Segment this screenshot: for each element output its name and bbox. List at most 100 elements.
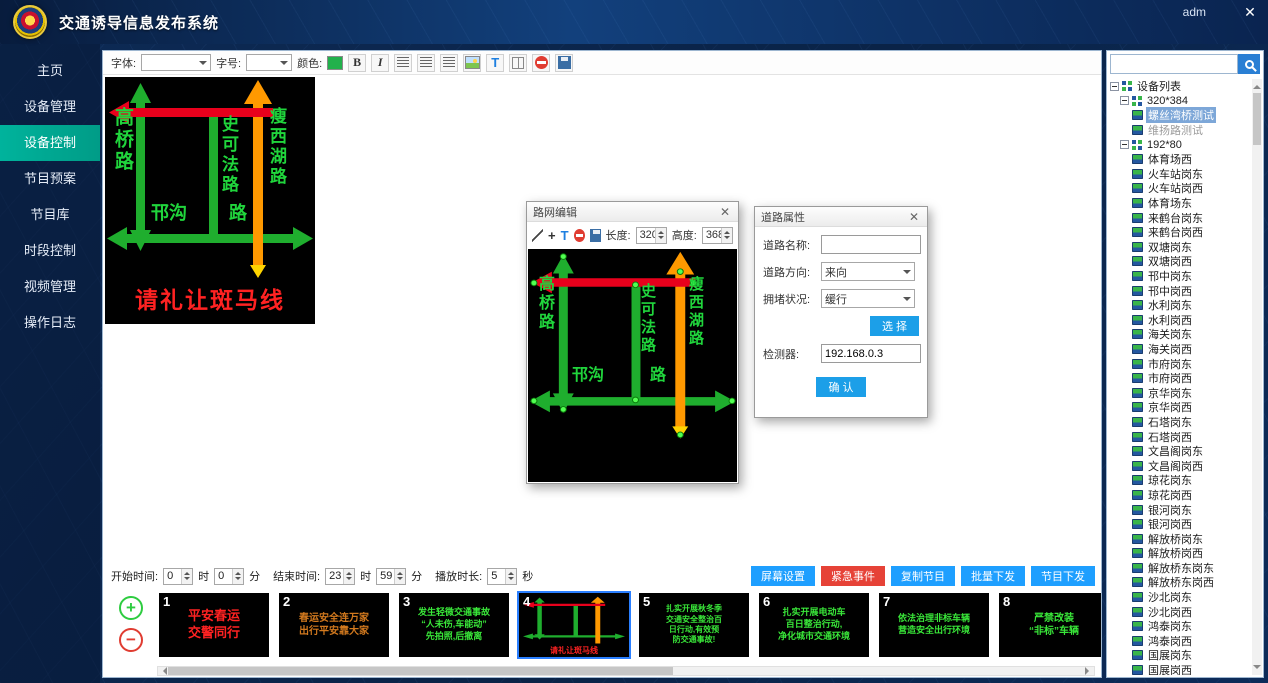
tree-scrollbar[interactable] xyxy=(1252,79,1262,675)
editor-canvas[interactable]: 高桥路 史可法路 瘦西湖路 邗沟 路 xyxy=(528,249,737,482)
logged-in-user[interactable]: adm xyxy=(1183,5,1206,19)
action-button[interactable]: 复制节目 xyxy=(891,566,955,586)
tree-root[interactable]: 设备列表 xyxy=(1110,79,1250,94)
layout-button[interactable] xyxy=(509,54,527,72)
spin-up-arrow[interactable] xyxy=(346,569,352,575)
dialog-titlebar[interactable]: 道路属性 ✕ xyxy=(755,207,927,227)
program-thumb[interactable]: 7 依法治理非标车辆 营造安全出行环境 xyxy=(879,593,989,657)
tree-row[interactable]: 来鹤台岗西 xyxy=(1110,225,1250,240)
text-tool-button[interactable]: T xyxy=(486,54,504,72)
spin-up-arrow[interactable] xyxy=(508,569,514,575)
color-swatch[interactable] xyxy=(327,56,343,70)
tree-row[interactable]: 文昌阁岗东 xyxy=(1110,444,1250,459)
italic-button[interactable]: I xyxy=(371,54,389,72)
spin-up-arrow[interactable] xyxy=(235,569,241,575)
tree-row[interactable]: 火车站岗西 xyxy=(1110,181,1250,196)
end-hour-spinner[interactable]: 23 xyxy=(325,568,355,585)
tree-row[interactable]: 水利岗西 xyxy=(1110,313,1250,328)
line-tool-icon[interactable] xyxy=(532,229,543,242)
program-scrollbar[interactable] xyxy=(157,666,1095,676)
align-right-button[interactable] xyxy=(440,54,458,72)
sidebar-item[interactable]: 时段控制 xyxy=(0,233,100,269)
tree-row[interactable]: 解放桥岗西 xyxy=(1110,546,1250,561)
tree-row[interactable]: 鸿泰岗东 xyxy=(1110,619,1250,634)
program-thumb[interactable]: 3 发生轻微交通事故 “人未伤,车能动” 先拍照,后撤离 xyxy=(399,593,509,657)
congestion-select[interactable]: 缓行 xyxy=(821,289,915,308)
tree-row[interactable]: 螺丝湾桥测试 xyxy=(1110,108,1250,123)
duration-spinner[interactable]: 5 xyxy=(487,568,517,585)
search-button[interactable] xyxy=(1238,54,1260,74)
tree-row[interactable]: 国展岗西 xyxy=(1110,663,1250,675)
add-program-button[interactable]: + xyxy=(119,596,143,620)
confirm-button[interactable]: 确 认 xyxy=(816,377,865,397)
text-tool-icon[interactable]: T xyxy=(561,228,569,243)
sign-preview[interactable]: 高桥路 史可法路 瘦西湖路 邗沟 路 请礼让斑马线 xyxy=(105,77,315,324)
start-minute-spinner[interactable]: 0 xyxy=(214,568,244,585)
spin-down-arrow[interactable] xyxy=(508,577,514,583)
delete-button[interactable] xyxy=(532,54,550,72)
save-icon[interactable] xyxy=(590,229,601,242)
sidebar-item[interactable]: 设备控制 xyxy=(0,125,100,161)
tree-row[interactable]: 海关岗东 xyxy=(1110,327,1250,342)
action-button[interactable]: 紧急事件 xyxy=(821,566,885,586)
tree-row[interactable]: 解放桥岗东 xyxy=(1110,531,1250,546)
tree-row[interactable]: 邗中岗东 xyxy=(1110,269,1250,284)
spin-up-arrow[interactable] xyxy=(658,228,664,234)
spin-down-arrow[interactable] xyxy=(724,236,730,242)
bold-button[interactable]: B xyxy=(348,54,366,72)
road-name-input[interactable] xyxy=(821,235,921,254)
delete-program-button[interactable]: − xyxy=(119,628,143,652)
tree-row[interactable]: 体育场西 xyxy=(1110,152,1250,167)
select-detector-button[interactable]: 选 择 xyxy=(870,316,919,336)
start-hour-spinner[interactable]: 0 xyxy=(163,568,193,585)
device-search-input[interactable] xyxy=(1110,54,1238,74)
delete-icon[interactable] xyxy=(574,229,585,242)
tree-row[interactable]: 解放桥东岗西 xyxy=(1110,575,1250,590)
collapse-icon[interactable] xyxy=(1120,96,1129,105)
tree-row[interactable]: 国展岗东 xyxy=(1110,648,1250,663)
program-thumb[interactable]: 4 请礼让斑马线 xyxy=(519,593,629,657)
tree-row[interactable]: 320*384 xyxy=(1110,94,1250,109)
scroll-left-arrow[interactable] xyxy=(159,667,167,675)
scroll-right-arrow[interactable] xyxy=(1085,667,1093,675)
tree-row[interactable]: 沙北岗东 xyxy=(1110,590,1250,605)
sidebar-item[interactable]: 主页 xyxy=(0,53,100,89)
road-direction-select[interactable]: 来向 xyxy=(821,262,915,281)
height-spinner[interactable]: 368 xyxy=(702,227,733,244)
tree-row[interactable]: 琼花岗东 xyxy=(1110,473,1250,488)
sidebar-item[interactable]: 节目库 xyxy=(0,197,100,233)
tree-row[interactable]: 192*80 xyxy=(1110,137,1250,152)
insert-image-button[interactable] xyxy=(463,54,481,72)
tree-row[interactable]: 石塔岗东 xyxy=(1110,415,1250,430)
tree-row[interactable]: 海关岗西 xyxy=(1110,342,1250,357)
spin-up-arrow[interactable] xyxy=(184,569,190,575)
tree-row[interactable]: 银河岗西 xyxy=(1110,517,1250,532)
scroll-up-arrow[interactable] xyxy=(1253,81,1261,89)
close-icon[interactable]: ✕ xyxy=(1240,3,1260,21)
spinner-arrows[interactable] xyxy=(721,228,732,243)
add-node-icon[interactable]: + xyxy=(548,228,556,243)
font-select[interactable] xyxy=(141,54,211,71)
tree-row[interactable]: 石塔岗西 xyxy=(1110,429,1250,444)
scroll-down-arrow[interactable] xyxy=(1253,665,1261,673)
spinner-arrows[interactable] xyxy=(343,569,354,584)
tree-row[interactable]: 京华岗西 xyxy=(1110,400,1250,415)
sidebar-item[interactable]: 节目预案 xyxy=(0,161,100,197)
program-thumb[interactable]: 1 平安春运 交警同行 请礼让 xyxy=(159,593,269,657)
scrollbar-thumb[interactable] xyxy=(1253,93,1261,145)
sidebar-item[interactable]: 设备管理 xyxy=(0,89,100,125)
spin-up-arrow[interactable] xyxy=(397,569,403,575)
close-icon[interactable]: ✕ xyxy=(718,205,732,219)
tree-row[interactable]: 文昌阁岗西 xyxy=(1110,458,1250,473)
spinner-arrows[interactable] xyxy=(655,228,666,243)
program-thumb[interactable]: 8 严禁改装 “非标”车辆 请 xyxy=(999,593,1101,657)
tree-row[interactable]: 火车站岗东 xyxy=(1110,167,1250,182)
close-icon[interactable]: ✕ xyxy=(907,210,921,224)
tree-row[interactable]: 双塘岗西 xyxy=(1110,254,1250,269)
scrollbar-thumb[interactable] xyxy=(168,667,673,675)
tree-row[interactable]: 水利岗东 xyxy=(1110,298,1250,313)
end-minute-spinner[interactable]: 59 xyxy=(376,568,406,585)
sidebar-item[interactable]: 操作日志 xyxy=(0,305,100,341)
collapse-icon[interactable] xyxy=(1120,140,1129,149)
program-thumb[interactable]: 5 扎实开展秋冬季 交通安全整治百 日行动,有效预 防交通事故! xyxy=(639,593,749,657)
